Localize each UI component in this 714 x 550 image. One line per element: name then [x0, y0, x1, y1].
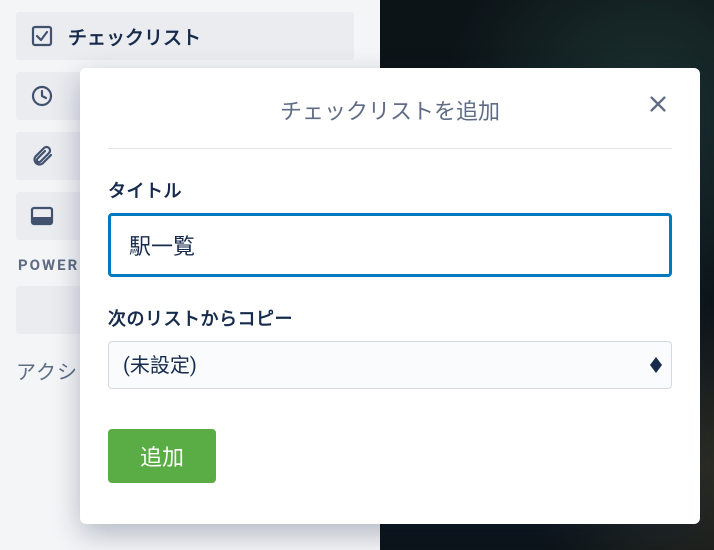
copy-from-select[interactable]: (未設定)	[108, 341, 672, 389]
copy-from-label: 次のリストからコピー	[108, 305, 672, 331]
checkbox-icon	[30, 24, 54, 48]
modal-title: チェックリストを追加	[108, 94, 672, 126]
sidebar-item-checklist[interactable]: チェックリスト	[16, 12, 354, 60]
add-button[interactable]: 追加	[108, 429, 216, 483]
modal-header: チェックリストを追加	[108, 84, 672, 149]
close-button[interactable]	[644, 92, 672, 120]
paperclip-icon	[30, 144, 54, 168]
checklist-title-input[interactable]	[108, 213, 672, 277]
copy-from-select-wrapper: (未設定)	[108, 341, 672, 389]
close-icon	[647, 93, 669, 119]
add-checklist-modal: チェックリストを追加 タイトル 次のリストからコピー (未設定) 追加	[80, 68, 700, 524]
sidebar-item-label: チェックリスト	[68, 23, 201, 50]
title-field-label: タイトル	[108, 177, 672, 203]
clock-icon	[30, 84, 54, 108]
cover-icon	[30, 206, 54, 226]
